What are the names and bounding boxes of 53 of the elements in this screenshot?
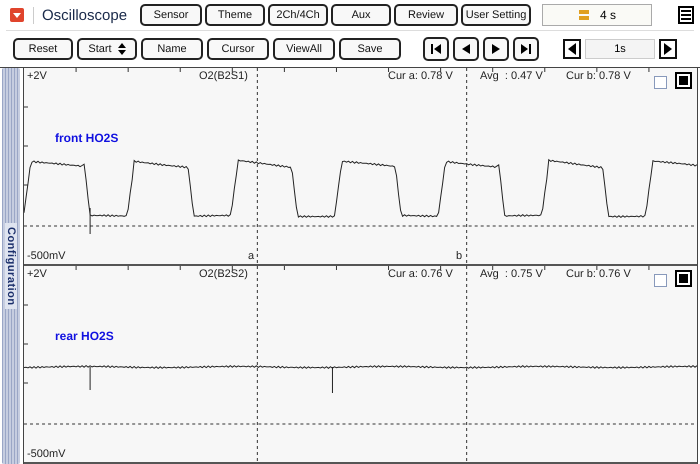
triangle-right-icon — [662, 43, 674, 55]
toolbar-button[interactable]: Cursor — [207, 38, 269, 60]
channel-name: O2(B2S1) — [199, 70, 248, 82]
toolbar-button[interactable]: Save — [339, 38, 401, 60]
menu-button[interactable]: Aux — [331, 4, 392, 26]
last-button[interactable] — [513, 37, 539, 61]
updown-icon — [118, 43, 126, 55]
sidebar-tab[interactable]: Configuration — [2, 68, 20, 464]
average-reading: Avg : 0.75 V — [480, 268, 543, 280]
window-title: Oscilloscope — [33, 6, 134, 24]
menu-button[interactable]: Review — [394, 4, 458, 26]
cursor-b-reading: Cur b: 0.76 V — [566, 268, 631, 280]
ab-icon — [578, 9, 590, 21]
triangle-left-icon — [566, 43, 578, 55]
next-button[interactable] — [483, 37, 509, 61]
skip-forward-icon — [520, 43, 532, 55]
toolbar-button[interactable]: ViewAll — [273, 38, 335, 60]
cursor-a-reading: Cur a: 0.76 V — [388, 268, 453, 280]
time-value: 4 s — [600, 8, 616, 22]
menu-button[interactable]: User Setting — [461, 4, 532, 26]
first-button[interactable] — [423, 37, 449, 61]
scale-min-label: -500mV — [27, 448, 66, 460]
step-up-button[interactable] — [659, 39, 677, 59]
trace-color-icon[interactable] — [675, 72, 692, 89]
average-reading: Avg : 0.47 V — [480, 70, 543, 82]
play-left-icon — [460, 43, 472, 55]
reset-button[interactable]: Reset — [13, 38, 73, 60]
menu-button[interactable]: 2Ch/4Ch — [268, 4, 328, 26]
trace-color-icon[interactable] — [675, 270, 692, 287]
menu-icon[interactable] — [678, 6, 694, 24]
dropdown-icon[interactable] — [10, 8, 24, 22]
menu-button[interactable]: Theme — [205, 4, 266, 26]
cursor-b-reading: Cur b: 0.78 V — [566, 70, 631, 82]
cursor-marker[interactable]: a — [248, 250, 254, 262]
skip-back-icon — [430, 43, 442, 55]
sidebar-label: Configuration — [5, 222, 17, 310]
trace-label: rear HO2S — [55, 329, 114, 343]
scale-max-label: +2V — [27, 70, 47, 82]
channel-checkbox[interactable] — [654, 76, 667, 89]
step-field[interactable]: 1s — [585, 39, 655, 59]
scale-max-label: +2V — [27, 268, 47, 280]
cursor-marker[interactable]: b — [456, 250, 462, 262]
previous-button[interactable] — [453, 37, 479, 61]
trace-label: front HO2S — [55, 131, 118, 145]
start-select[interactable]: Start — [77, 38, 137, 60]
menu-button[interactable]: Sensor — [140, 4, 202, 26]
toolbar-button[interactable]: Name — [141, 38, 203, 60]
cursor-a-reading: Cur a: 0.78 V — [388, 70, 453, 82]
channel-checkbox[interactable] — [654, 274, 667, 287]
scale-min-label: -500mV — [27, 250, 66, 262]
channel-name: O2(B2S2) — [199, 268, 248, 280]
play-icon — [490, 43, 502, 55]
step-down-button[interactable] — [563, 39, 581, 59]
